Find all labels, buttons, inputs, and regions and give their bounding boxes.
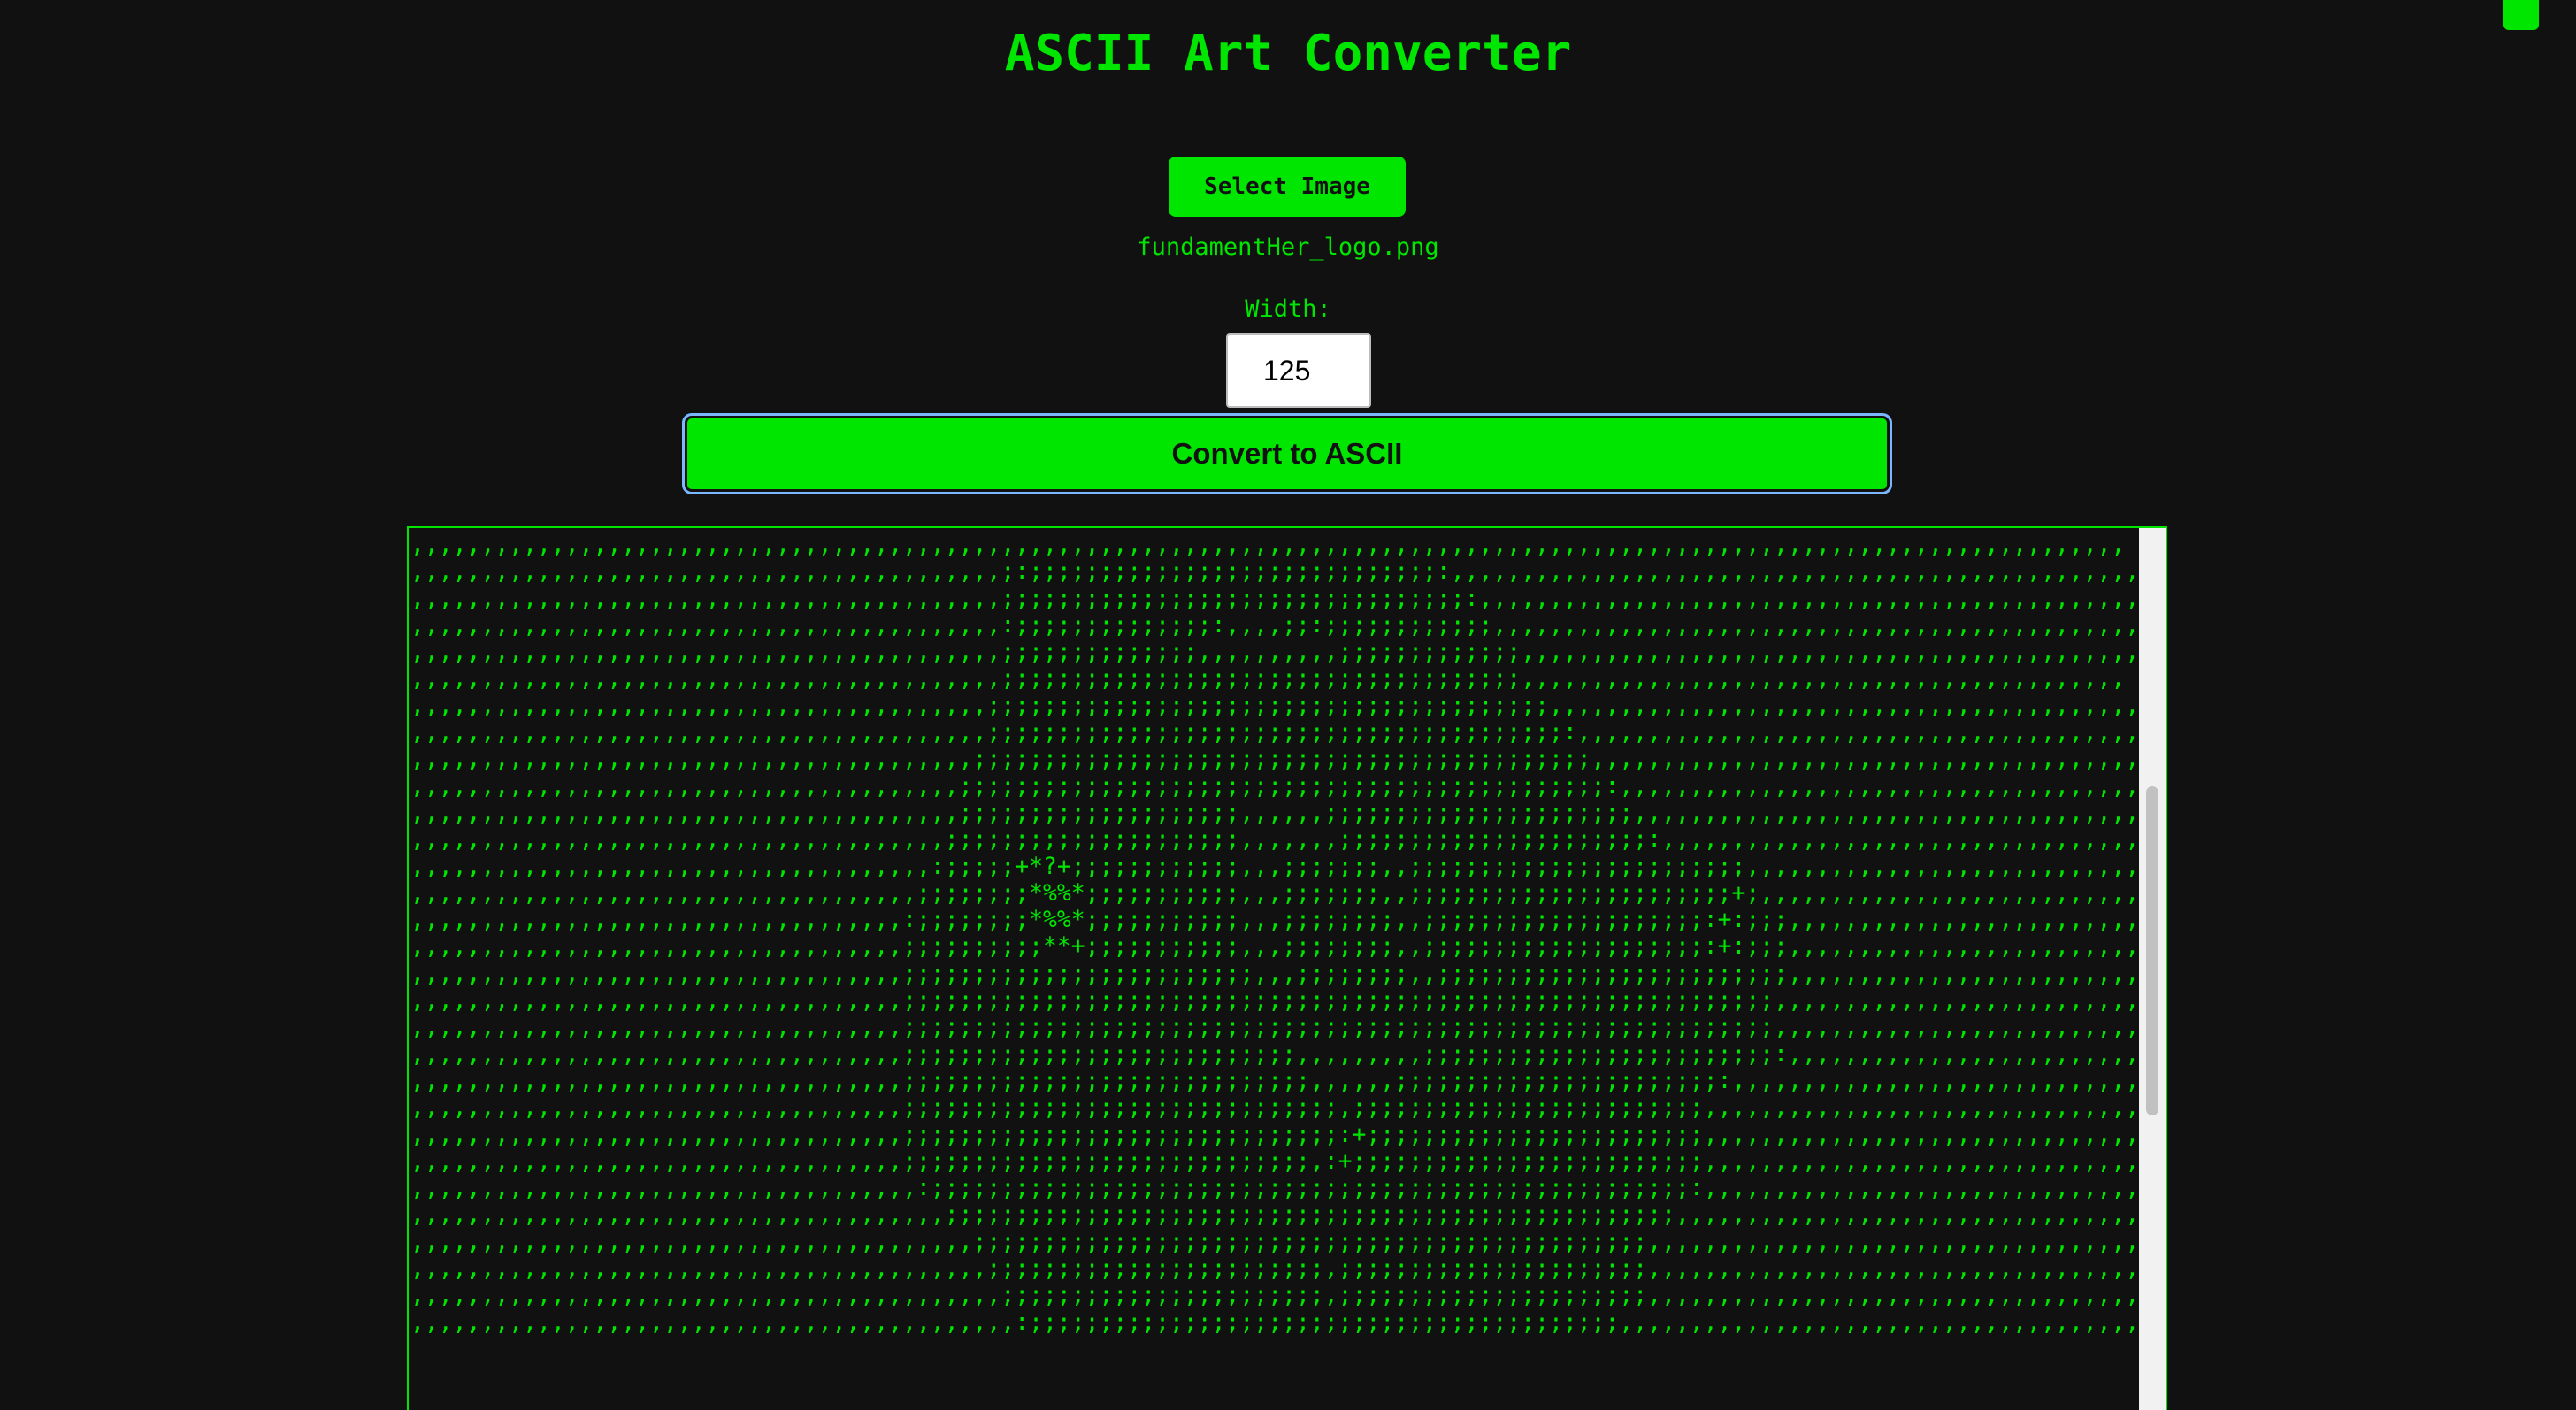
width-label: Width: xyxy=(1245,295,1331,323)
selected-file-name: fundamentHer_logo.png xyxy=(1137,234,1439,261)
convert-to-ascii-button[interactable]: Convert to ASCII xyxy=(682,413,1892,494)
ascii-output-scrollbar[interactable] xyxy=(2139,528,2166,1410)
scrollbar-thumb[interactable] xyxy=(2146,786,2158,1115)
page-title: ASCII Art Converter xyxy=(1004,25,1572,82)
ascii-output-panel[interactable]: ,,,,,,,,,,,,,,,,,,,,,,,,,,,,,,,,,,,,,,,,… xyxy=(407,526,2167,1410)
width-input[interactable] xyxy=(1226,333,1371,408)
ascii-art-text: ,,,,,,,,,,,,,,,,,,,,,,,,,,,,,,,,,,,,,,,,… xyxy=(410,531,2143,1336)
select-image-button[interactable]: Select Image xyxy=(1169,157,1406,217)
